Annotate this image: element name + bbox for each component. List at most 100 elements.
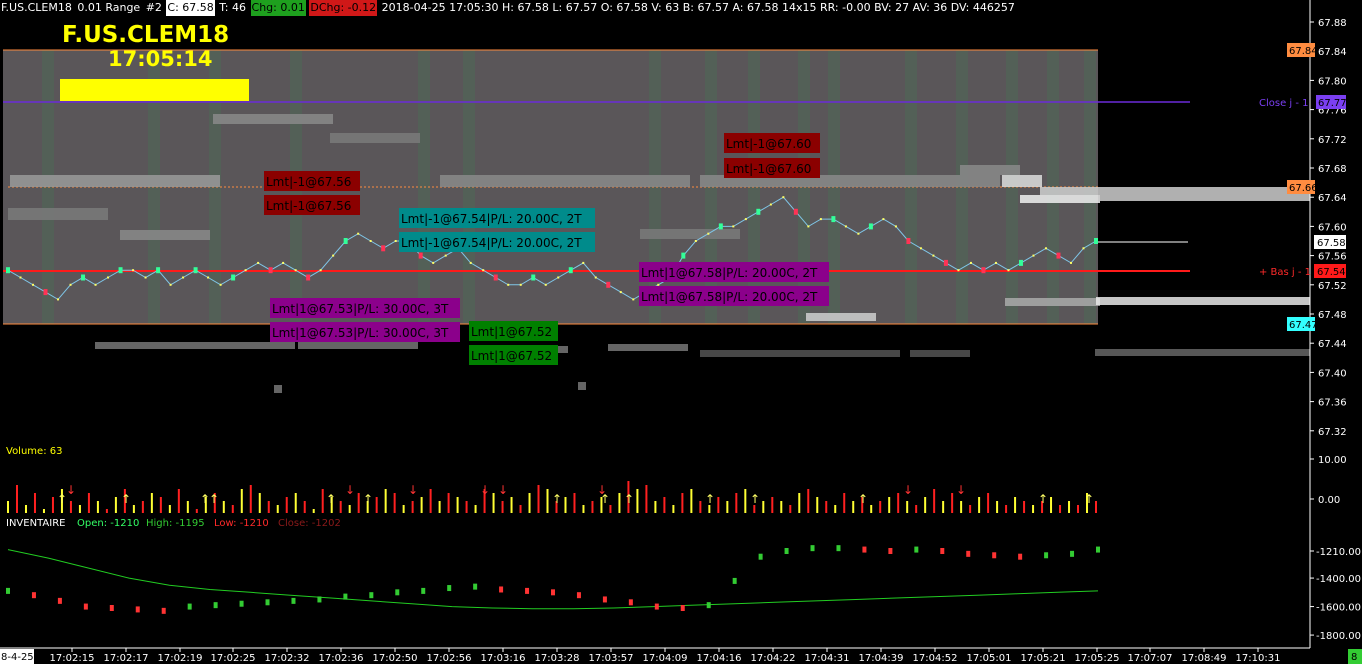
volume-up-arrow: ↑ (1038, 492, 1048, 506)
volume-bar (663, 497, 666, 513)
volume-bar (33, 493, 36, 513)
volume-bar (753, 505, 756, 513)
volume-bar (339, 501, 342, 513)
volume-up-arrow: ↑ (1084, 492, 1094, 506)
volume-bar (114, 497, 117, 513)
inventaire-candle (706, 602, 711, 609)
volume-bar (393, 493, 396, 513)
order-tag-buy1-a-text: Lmt|1@67.52 (471, 325, 552, 339)
depth-bar (1002, 175, 1042, 187)
price-candle (606, 281, 611, 288)
volume-bar (69, 501, 72, 513)
volume-up-arrow: ↑ (552, 492, 562, 506)
price-tick-mark (369, 240, 372, 242)
volume-bar (636, 489, 639, 513)
time-tick-label: 17:04:22 (751, 653, 796, 664)
depth-bar (640, 229, 740, 239)
order-tag-buy1-b-text: Lmt|1@67.52 (471, 349, 552, 363)
price-candle (381, 245, 386, 252)
time-tick-label: 17:07:07 (1128, 653, 1173, 664)
depth-bar (298, 342, 418, 349)
dchg-box: DChg: -0.12 (309, 0, 378, 16)
price-candle (831, 216, 836, 223)
volume-up-arrow: ↑ (363, 492, 373, 506)
volume-bar (546, 489, 549, 513)
volume-bar (987, 493, 990, 513)
last-value: 67.58 (1317, 238, 1346, 249)
inventaire-candle (525, 587, 530, 594)
time-tick-label: 17:04:09 (643, 653, 688, 664)
volume-bar (771, 497, 774, 513)
inventaire-avg-line (7, 549, 1099, 610)
volume-bar (978, 497, 981, 513)
inventaire-candle (992, 552, 997, 559)
volume-tick-label: 10.00 (1318, 455, 1347, 466)
price-candle (868, 223, 873, 230)
inventaire-candle (602, 596, 607, 603)
price-candle (718, 223, 723, 230)
volume-bar (888, 497, 891, 513)
volume-bar (132, 505, 135, 513)
inventaire-candle (239, 600, 244, 607)
price-candle (81, 274, 86, 281)
low-value: 67.47 (1289, 320, 1318, 331)
volume-bar (915, 505, 918, 513)
price-tick-label: 67.48 (1318, 310, 1347, 321)
inventaire-candle (395, 589, 400, 596)
inventaire-candle (1018, 553, 1023, 560)
volume-bar (735, 493, 738, 513)
time-tick-label: 17:02:56 (427, 653, 472, 664)
inventaire-candle (966, 550, 971, 557)
volume-bar (582, 505, 585, 513)
price-tick-mark (144, 276, 147, 279)
corner-label: 8 (1351, 652, 1357, 663)
volume-bar (996, 501, 999, 513)
inventaire-candle (421, 587, 426, 594)
price-tick-mark (807, 225, 810, 228)
volume-bar (906, 501, 909, 513)
volume-bar (924, 497, 927, 513)
mid-value: 67.66 (1289, 183, 1318, 194)
volume-up-arrow: ↑ (121, 492, 131, 506)
price-tick-label: 67.56 (1318, 252, 1347, 263)
inventaire-candle (732, 577, 737, 584)
price-tick-mark (357, 232, 360, 235)
inventaire-open: Open: -1210 (77, 518, 139, 529)
inventaire-candle (473, 583, 478, 590)
time-tick-label: 17:02:36 (319, 653, 364, 664)
chart-number: #2 (145, 1, 162, 14)
trading-chart: ↑ ↓ ↑ ↑ ↑ ↑ ↓ ↑ ↓ ↓ ↓ ↑ ↓ ↑ ↑ ↑ ↑ ↑ ↓ ↓ ↑ ↑ 67.88 67.84 67.80 67… (0, 0, 1362, 664)
volume-bar (780, 501, 783, 513)
inventaire-candle (940, 548, 945, 554)
volume-bar (1050, 497, 1053, 513)
volume-bar (717, 497, 720, 513)
volume-up-arrow: ↑ (705, 492, 715, 506)
time-tick-label: 17:04:52 (913, 653, 958, 664)
volume-bar (528, 493, 531, 513)
volume-bar (42, 509, 45, 513)
inventaire-low: Low: -1210 (214, 518, 269, 529)
price-tick-label: 67.60 (1318, 222, 1347, 233)
volume-bar (249, 485, 252, 513)
price-tick-mark (1082, 247, 1085, 250)
inventaire-candle (576, 592, 581, 599)
price-tick-label: 67.80 (1318, 76, 1347, 87)
time-tick-label: 17:10:31 (1236, 653, 1281, 664)
volume-bar (897, 493, 900, 513)
volume-bar (933, 489, 936, 513)
volume-bar (726, 501, 729, 513)
inventaire-candle (784, 548, 789, 554)
volume-bar (294, 493, 297, 513)
volume-bar (699, 501, 702, 513)
price-tick-mark (107, 276, 110, 279)
price-candle (531, 274, 536, 281)
volume-bar (1095, 501, 1097, 513)
volume-down-arrow: ↓ (66, 483, 76, 497)
price-tick-label: 67.36 (1318, 398, 1347, 409)
inventaire-close: Close: -1202 (278, 518, 341, 529)
inventaire-candle (1044, 552, 1049, 559)
volume-bar (681, 493, 684, 513)
volume-bar (78, 505, 81, 513)
volume-bar (186, 501, 189, 513)
inventaire-pane (6, 545, 1100, 614)
